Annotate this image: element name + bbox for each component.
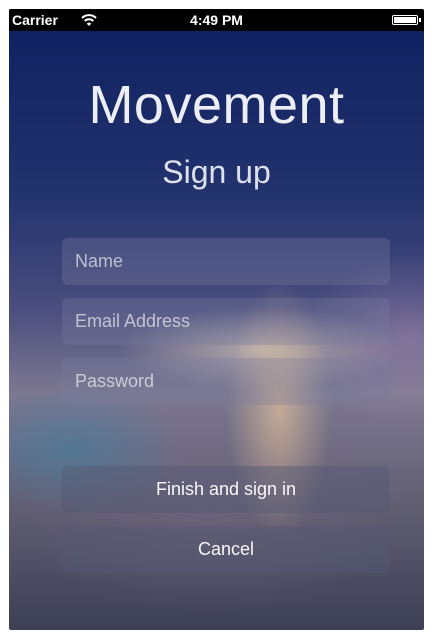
email-field-placeholder: Email Address — [75, 311, 191, 331]
password-field-placeholder: Password — [75, 371, 155, 391]
battery-tip — [419, 18, 421, 22]
battery-fill — [394, 17, 416, 23]
status-bar: Carrier 4:49 PM — [9, 9, 424, 31]
password-field[interactable]: Password — [62, 358, 390, 405]
name-field[interactable]: Name — [62, 238, 390, 285]
battery-icon — [392, 15, 418, 25]
name-field-placeholder: Name — [75, 251, 124, 271]
finish-button-label: Finish and sign in — [155, 479, 297, 499]
app-title: Movement — [88, 75, 345, 135]
status-time: 4:49 PM — [190, 12, 243, 28]
cancel-button[interactable]: Cancel — [62, 526, 390, 573]
signup-screen: Carrier 4:49 PM Movement Sign up Name Em… — [9, 9, 424, 630]
cancel-button-label: Cancel — [197, 539, 255, 559]
email-field[interactable]: Email Address — [62, 298, 390, 345]
finish-and-sign-in-button[interactable]: Finish and sign in — [62, 466, 390, 513]
page-subtitle: Sign up — [162, 154, 271, 190]
